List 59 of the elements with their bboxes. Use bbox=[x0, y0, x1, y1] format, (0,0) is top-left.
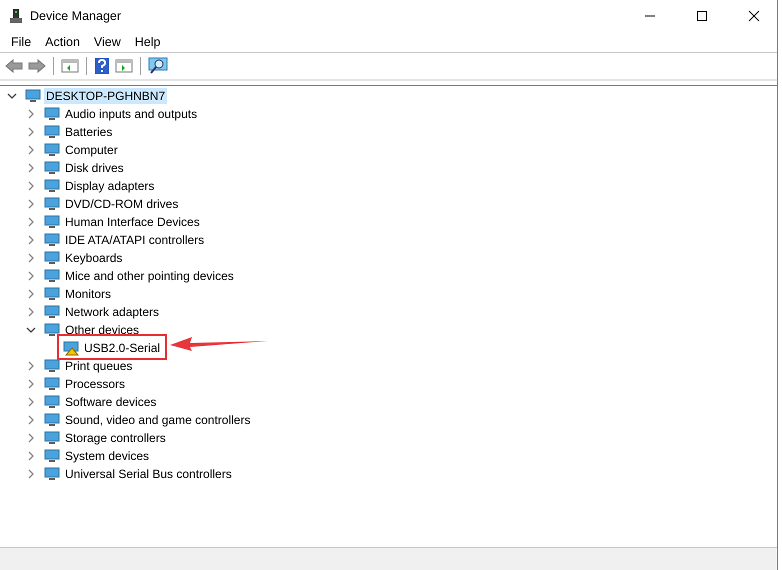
chevron-icon[interactable] bbox=[26, 325, 36, 335]
tree-item[interactable]: Print queues bbox=[63, 358, 134, 374]
tree-item[interactable]: Computer bbox=[63, 142, 120, 158]
menu-item[interactable]: View bbox=[86, 35, 128, 49]
device-icon bbox=[44, 124, 60, 140]
device-icon bbox=[44, 394, 60, 410]
maximize-icon[interactable] bbox=[696, 10, 708, 22]
tree-item[interactable]: Human Interface Devices bbox=[63, 214, 202, 230]
tree-item[interactable]: Keyboards bbox=[63, 250, 124, 266]
device-icon bbox=[44, 286, 60, 302]
tree-item[interactable]: System devices bbox=[63, 448, 152, 464]
monitor-search-icon[interactable] bbox=[148, 57, 168, 75]
device-icon bbox=[44, 232, 60, 248]
device-icon bbox=[44, 250, 60, 266]
panel-icon[interactable] bbox=[61, 58, 79, 74]
panel-icon[interactable] bbox=[115, 58, 133, 74]
device-icon bbox=[44, 376, 60, 392]
device-icon bbox=[44, 430, 60, 446]
tree-item[interactable]: Universal Serial Bus controllers bbox=[63, 466, 234, 482]
tree-item[interactable]: Other devices bbox=[63, 322, 142, 338]
tree-item[interactable]: Batteries bbox=[63, 124, 114, 140]
tree-item[interactable]: Disk drives bbox=[63, 160, 126, 176]
app-icon bbox=[8, 8, 24, 24]
device-icon bbox=[44, 412, 60, 428]
device-icon bbox=[44, 142, 60, 158]
device-icon bbox=[44, 322, 60, 338]
forward-arrow-icon[interactable] bbox=[28, 58, 46, 74]
device-icon bbox=[44, 160, 60, 176]
device-icon bbox=[44, 466, 60, 482]
menu-item[interactable]: Action bbox=[38, 35, 87, 49]
device-icon bbox=[44, 178, 60, 194]
device-icon bbox=[44, 448, 60, 464]
tree-item[interactable]: Mice and other pointing devices bbox=[63, 268, 236, 284]
tree-item[interactable]: Network adapters bbox=[63, 304, 162, 320]
tree-item[interactable]: Software devices bbox=[63, 394, 158, 410]
tree-item[interactable]: USB2.0-Serial bbox=[82, 340, 162, 356]
tree-item[interactable]: Sound, video and game controllers bbox=[63, 412, 252, 428]
device-icon bbox=[25, 88, 41, 104]
chevron-icon[interactable] bbox=[7, 91, 17, 101]
menu-item[interactable]: File bbox=[4, 35, 38, 49]
device-icon bbox=[44, 214, 60, 230]
tree-item[interactable]: IDE ATA/ATAPI controllers bbox=[63, 232, 206, 248]
device-icon bbox=[44, 196, 60, 212]
device-icon bbox=[44, 106, 60, 122]
tree-item[interactable]: Storage controllers bbox=[63, 430, 168, 446]
help-icon[interactable] bbox=[94, 57, 110, 75]
window-title: Device Manager bbox=[30, 9, 122, 23]
tree-item[interactable]: Display adapters bbox=[63, 178, 156, 194]
device-icon bbox=[44, 268, 60, 284]
tree-item[interactable]: Monitors bbox=[63, 286, 114, 302]
menu-item[interactable]: Help bbox=[128, 35, 168, 49]
back-arrow-icon[interactable] bbox=[5, 58, 23, 74]
device-icon bbox=[44, 358, 60, 374]
tree-item[interactable]: DVD/CD-ROM drives bbox=[63, 196, 180, 212]
tree-item[interactable]: DESKTOP-PGHNBN7 bbox=[44, 88, 168, 104]
tree-item[interactable]: Audio inputs and outputs bbox=[63, 106, 200, 122]
tree-item[interactable]: Processors bbox=[63, 376, 128, 392]
close-icon[interactable] bbox=[748, 10, 760, 22]
device-icon bbox=[44, 304, 60, 320]
